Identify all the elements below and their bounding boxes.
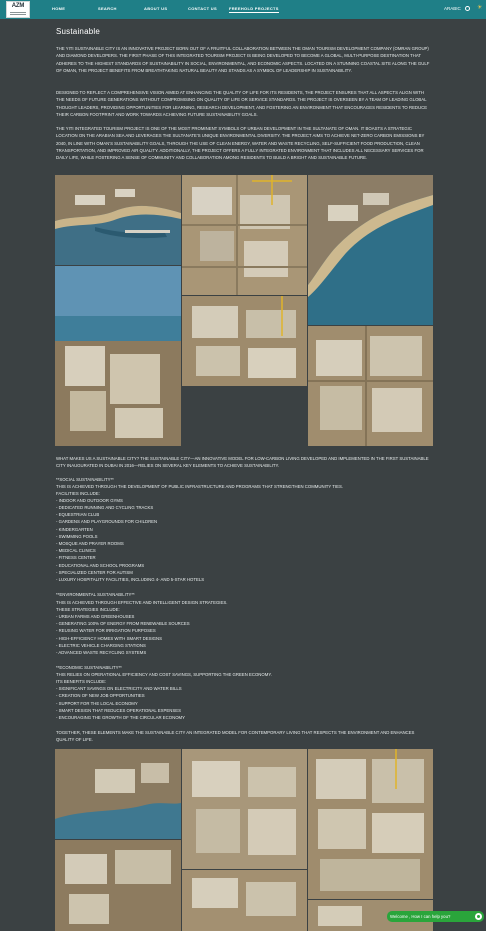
environmental-heading: **Environmental Sustainability** bbox=[56, 592, 135, 597]
language-switch[interactable]: ARABIC bbox=[444, 6, 461, 11]
logo-lines bbox=[7, 11, 29, 15]
gallery-photo-seafront-buildings[interactable] bbox=[55, 266, 181, 446]
nav-contact-us[interactable]: CONTACT US bbox=[188, 6, 217, 11]
economic-item: - Encouraging the growth of the circular… bbox=[56, 715, 185, 720]
sun-icon[interactable]: ☀ bbox=[477, 5, 483, 11]
nav-search[interactable]: SEARCH bbox=[98, 6, 117, 11]
gallery-photo-construction-6[interactable] bbox=[182, 870, 307, 931]
chat-label: Welcome , How I can help you? bbox=[390, 914, 451, 919]
globe-icon[interactable] bbox=[465, 6, 470, 11]
environmental-item: - Reusing water for irrigation purposes bbox=[56, 628, 156, 633]
social-item: - Luxury hospitality facilities, includi… bbox=[56, 577, 205, 582]
gallery-photo-construction-2[interactable] bbox=[182, 296, 307, 386]
environmental-item: - Advanced waste recycling systems bbox=[56, 650, 147, 655]
gallery-photo-construction-5[interactable] bbox=[308, 749, 433, 899]
gallery-photo-coastal-aerial[interactable] bbox=[55, 175, 181, 265]
nav-about-us[interactable]: ABOUT US bbox=[144, 6, 167, 11]
chat-widget-button[interactable]: Welcome , How I can help you? bbox=[387, 911, 484, 922]
economic-item: - Creation of new job opportunities bbox=[56, 693, 145, 698]
social-item: - Fitness center bbox=[56, 555, 96, 560]
nav-home[interactable]: HOME bbox=[52, 6, 65, 11]
nav-freehold-projects[interactable]: FREEHOLD PROJECTS bbox=[229, 6, 279, 13]
gallery-photo-coastal-village[interactable] bbox=[308, 175, 433, 325]
intro-paragraph-1: The Yiti Sustainable City is an innovati… bbox=[56, 46, 430, 73]
page-title: Sustainable bbox=[56, 27, 101, 36]
logo-text: AZM bbox=[11, 3, 25, 9]
intro-paragraph-2: Designed to reflect a comprehensive visi… bbox=[56, 90, 428, 117]
gallery-photo-hillside-aerial[interactable] bbox=[55, 749, 181, 839]
gallery-photo-construction-4[interactable] bbox=[182, 749, 307, 869]
gallery-photo-coast-development[interactable] bbox=[55, 840, 181, 931]
gallery-photo-construction-3[interactable] bbox=[308, 326, 433, 446]
azm-logo[interactable]: AZM bbox=[6, 1, 30, 18]
top-navigation-bar: AZM HOME SEARCH ABOUT US CONTACT US FREE… bbox=[0, 0, 486, 19]
whatsapp-icon bbox=[475, 913, 482, 920]
why-sustainable-paragraph: What makes us a sustainable city? The Su… bbox=[56, 456, 429, 469]
social-item: - Gardens and playgrounds for children bbox=[56, 519, 158, 524]
closing-paragraph: Together, these elements make the Sustai… bbox=[56, 730, 415, 743]
gallery-photo-construction-1[interactable] bbox=[182, 175, 307, 295]
intro-paragraph-3: The Yiti integrated tourism project is o… bbox=[56, 126, 425, 161]
